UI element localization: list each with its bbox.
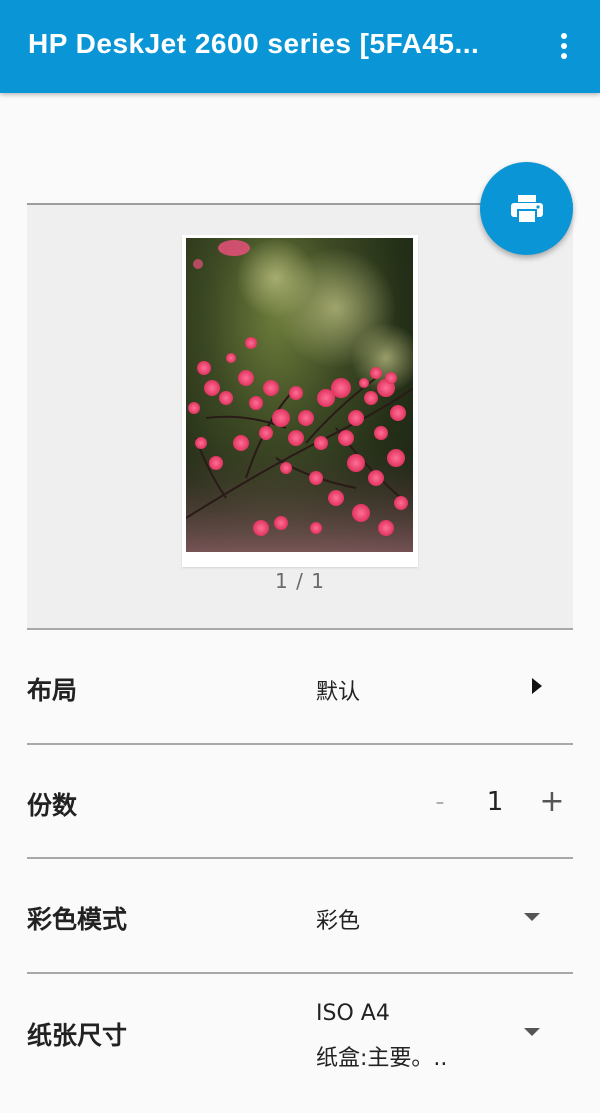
layout-value: 默认 bbox=[316, 680, 361, 705]
printer-title: HP DeskJet 2600 series [5FA45... bbox=[28, 28, 480, 59]
print-button[interactable] bbox=[480, 162, 573, 255]
more-vert-icon[interactable] bbox=[546, 26, 582, 66]
layout-row[interactable] bbox=[27, 630, 573, 743]
page-counter: 1 / 1 bbox=[275, 569, 325, 593]
copies-label: 份数 bbox=[27, 791, 78, 820]
color-mode-label: 彩色模式 bbox=[27, 905, 128, 934]
page-preview[interactable] bbox=[182, 235, 418, 567]
printer-icon bbox=[510, 194, 543, 224]
paper-size-value: ISO A4 bbox=[316, 1001, 390, 1026]
dropdown-arrow-icon bbox=[524, 913, 540, 921]
dropdown-arrow-icon bbox=[524, 1028, 540, 1036]
divider bbox=[27, 743, 573, 745]
copies-increment-button[interactable]: + bbox=[538, 786, 566, 818]
paper-tray-value: 纸盒:主要。.. bbox=[316, 1046, 448, 1071]
paper-size-label: 纸张尺寸 bbox=[27, 1021, 128, 1050]
layout-label: 布局 bbox=[27, 676, 78, 705]
preview-image bbox=[186, 238, 413, 552]
copies-value: 1 bbox=[486, 787, 504, 817]
arrow-right-icon bbox=[532, 678, 542, 694]
color-mode-value: 彩色 bbox=[316, 909, 361, 934]
copies-decrement-button[interactable]: - bbox=[428, 786, 452, 818]
app-bar: HP DeskJet 2600 series [5FA45... bbox=[0, 0, 600, 93]
